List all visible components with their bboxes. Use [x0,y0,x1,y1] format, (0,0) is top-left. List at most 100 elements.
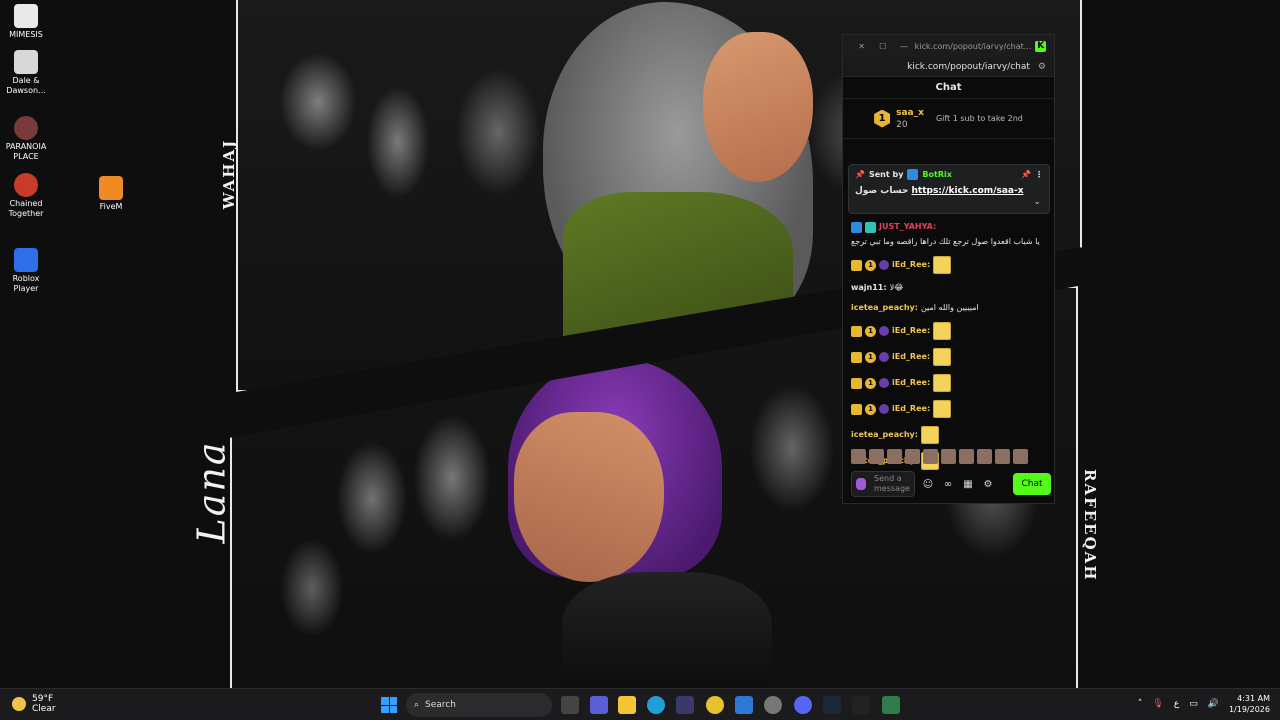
quick-emote-icon[interactable] [851,448,866,464]
crown-badge-icon [851,377,862,389]
chat-username[interactable]: iEd_Ree: [892,377,930,389]
quick-emote-icon[interactable] [941,448,956,464]
wallpaper-figure-face-bottom [514,412,664,582]
bot-badge-icon [907,169,919,180]
taskbar-search[interactable]: ⌕ Search [406,693,552,717]
emote-icon [933,374,952,392]
chevron-up-icon[interactable]: ˄ [1138,699,1143,709]
desktop-icon-mimesis[interactable]: MIMESIS [0,4,52,40]
wallpaper-label-wahaj: WAHAJ [220,138,239,210]
quick-emote-icon[interactable] [959,448,974,464]
chat-message-text: يا شباب اقعدوا صول ترجع تلك دراها راقصه … [851,237,1040,246]
desktop: WAHAJ RAFEEQAH Lana MIMESIS Dale & Dawso… [0,0,1280,688]
edge-browser-icon[interactable] [647,696,665,714]
pinned-message-link[interactable]: https://kick.com/saa-x [912,186,1024,196]
store-icon[interactable]: ▦ [961,479,975,490]
desktop-icon-paranoia-place[interactable]: PARANOIA PLACE [0,116,52,162]
chat-send-button[interactable]: Chat [1013,473,1051,495]
desktop-icon-label: Dale & Dawson... [6,76,46,95]
paranoia-place-icon [14,116,38,140]
desktop-icon-chained-together[interactable]: Chained Together [0,173,52,219]
quick-emote-icon[interactable] [887,448,902,464]
clock-date: 1/19/2026 [1228,705,1270,714]
quick-emote-icon[interactable] [923,448,938,464]
chat-message: icetea_peachy: اميييين والله امين [851,302,1047,314]
moon-badge-icon [879,352,889,362]
file-explorer-icon[interactable] [618,696,636,714]
kick-logo-icon: K [1035,40,1046,52]
infinity-icon[interactable]: ∞ [941,479,955,490]
microphone-icon[interactable] [856,478,866,490]
emote-icon [933,256,952,274]
language-indicator[interactable]: ع [1174,699,1179,709]
site-settings-icon[interactable]: ⚙ [1038,62,1046,72]
taskbar-clock[interactable]: 4:31 AM 1/19/2026 [1229,693,1270,715]
chat-username[interactable]: iEd_Ree: [892,325,930,337]
chat-username[interactable]: icetea_peachy: [851,429,918,441]
mail-app-icon[interactable] [735,696,753,714]
chat-message-text: اميييين والله امين [920,303,979,312]
weather-widget[interactable]: 59°F Clear [12,694,56,714]
address-bar: kick.com/popout/iarvy/chat ⚙ [843,57,1054,77]
chat-username[interactable]: JUST_YAHYA: [879,221,936,233]
wallpaper-figure-jacket [563,192,793,342]
quick-emote-icon[interactable] [869,448,884,464]
desktop-icon-label: Roblox Player [12,274,40,293]
quick-emote-icon[interactable] [1013,448,1028,464]
close-icon[interactable]: ✕ [851,42,872,51]
start-button[interactable] [381,697,397,713]
volume-icon[interactable]: 🔊 [1208,699,1219,709]
microphone-tray-icon[interactable]: 🎙 [1152,699,1163,709]
desktop-icon-roblox-player[interactable]: Roblox Player [0,248,52,294]
moon-badge-icon [879,404,889,414]
desktop-icon-dale-dawson[interactable]: Dale & Dawson... [0,50,52,96]
chat-message-text: لا😂 [889,283,904,292]
quick-emote-icon[interactable] [905,448,920,464]
steam-icon[interactable] [823,696,841,714]
weather-text: 59°F Clear [32,694,56,714]
sent-by-label: Sent by [868,170,904,179]
chat-message: 1 iEd_Ree: [851,256,1047,274]
clock-time: 4:31 AM [1237,694,1270,703]
taskbar: 59°F Clear ⌕ Search ˄ 🎙 ع ▭ 🔊 4:31 AM 1/… [0,688,1280,720]
desktop-icon-fivem[interactable]: FiveM [85,176,137,212]
microsoft-store-icon[interactable] [676,696,694,714]
quick-emote-icon[interactable] [995,448,1010,464]
gear-icon[interactable]: ⚙ [981,479,995,490]
chrome-browser-icon[interactable] [706,696,724,714]
weather-temp: 59°F [32,694,54,704]
app-icon[interactable] [764,696,782,714]
gifter-info: saa_x 20 [896,107,924,131]
minimize-icon[interactable]: — [893,42,914,51]
roblox-icon [14,248,38,272]
desktop-icon-label: MIMESIS [9,30,43,39]
excel-icon[interactable] [882,696,900,714]
top-gifter-banner: 1 saa_x 20 Gift 1 sub to take 2nd [843,99,1054,139]
discord-icon[interactable] [794,696,812,714]
address-text[interactable]: kick.com/popout/iarvy/chat [907,62,1030,72]
task-view-icon[interactable] [561,696,579,714]
chat-messages: JUST_YAHYA: يا شباب اقعدوا صول ترجع تلك … [851,221,1047,478]
app-icon[interactable] [852,696,870,714]
unpin-icon[interactable]: 📌 [1021,170,1031,179]
chat-username[interactable]: iEd_Ree: [892,403,930,415]
chat-username[interactable]: icetea_peachy: [851,302,918,314]
network-icon[interactable]: ▭ [1189,699,1198,709]
sub-badge-icon: 1 [865,259,876,271]
desktop-icon-label: FiveM [99,202,123,211]
chat-username[interactable]: iEd_Ree: [892,259,930,271]
chat-message-input[interactable]: Send a message [851,471,915,497]
sub-badge-icon: 1 [865,377,876,389]
chat-username[interactable]: wajn11: [851,282,887,294]
quick-emote-icon[interactable] [977,448,992,464]
more-options-icon[interactable]: ⋮ [1035,170,1043,179]
pinned-sender[interactable]: BotRix [922,170,951,179]
emote-picker-icon[interactable]: ☺ [921,479,935,490]
chat-username[interactable]: iEd_Ree: [892,351,930,363]
gift-sub-cta[interactable]: Gift 1 sub to take 2nd [936,114,1023,123]
chevron-down-icon[interactable]: ⌄ [1033,197,1041,207]
maximize-icon[interactable]: ☐ [872,42,893,51]
vip-badge-icon [865,221,876,233]
gifter-name[interactable]: saa_x [896,107,924,119]
widgets-app-icon[interactable] [590,696,608,714]
